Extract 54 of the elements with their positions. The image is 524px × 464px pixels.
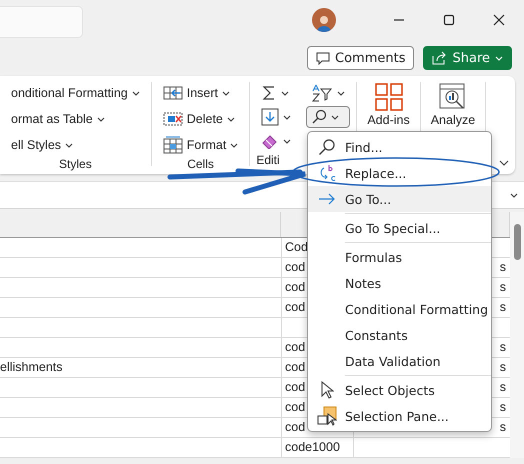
caret-icon (281, 90, 290, 96)
format-cells-icon (162, 136, 183, 154)
analyze-data-button[interactable]: Analyze (420, 82, 486, 127)
caret-icon (132, 90, 140, 96)
caret-icon (331, 114, 340, 120)
table-cell: code1000 (281, 438, 353, 457)
close-icon[interactable] (493, 14, 505, 26)
ribbon-button[interactable]: Delete (158, 108, 244, 130)
menu-item[interactable]: Replace... (308, 160, 491, 186)
menu-item[interactable]: Find... (308, 134, 491, 160)
sort-filter-icon[interactable] (311, 84, 334, 102)
find-button[interactable] (306, 106, 350, 128)
caret-icon (510, 192, 518, 198)
caret-icon (283, 138, 292, 144)
caret-icon (222, 90, 230, 96)
collapse-ribbon-icon[interactable] (499, 160, 509, 166)
search-icon[interactable] (311, 109, 328, 125)
replace-icon (318, 164, 336, 182)
add-ins-button[interactable]: Add-ins (357, 82, 420, 127)
caret-icon (226, 116, 235, 122)
caret-icon (283, 114, 292, 120)
group-label: Styles (58, 156, 93, 172)
add-ins-icon[interactable] (374, 82, 404, 112)
right-arrow-icon (318, 193, 336, 205)
menu-item[interactable]: Go To... (308, 186, 491, 212)
caret-icon (230, 142, 238, 148)
caret-icon (495, 56, 503, 60)
group-label: Editi (256, 153, 280, 167)
search-field[interactable] (0, 6, 83, 38)
scrollbar-thumb[interactable] (514, 224, 520, 260)
ribbon-button[interactable]: Insert (158, 82, 244, 104)
group-label: Cells (186, 156, 215, 172)
eraser-icon[interactable] (261, 133, 280, 149)
selection-pane-icon (316, 406, 336, 426)
user-avatar[interactable] (312, 8, 336, 32)
fill-down-icon[interactable] (261, 108, 280, 126)
table-cell-text: ellishments (0, 359, 64, 376)
ribbon-button[interactable]: onditional Formatting (6, 82, 145, 104)
delete-cells-icon (162, 111, 183, 127)
caret-icon (65, 142, 74, 148)
share-button[interactable]: Share (423, 46, 512, 70)
caret-icon (96, 116, 105, 122)
ribbon-button[interactable]: ormat as Table (6, 108, 145, 130)
menu-item[interactable]: Go To Special... (308, 215, 491, 241)
maximize-icon[interactable] (443, 14, 455, 26)
caret-icon (337, 90, 346, 96)
ribbon-button[interactable]: ell Styles (6, 134, 145, 156)
comment-icon (316, 52, 330, 64)
ribbon-button[interactable]: Format (158, 134, 244, 156)
search-icon (318, 138, 336, 156)
insert-cells-icon (162, 85, 183, 101)
comments-button[interactable]: Comments (307, 46, 414, 70)
share-icon (432, 51, 448, 65)
pointer-icon (320, 381, 334, 399)
